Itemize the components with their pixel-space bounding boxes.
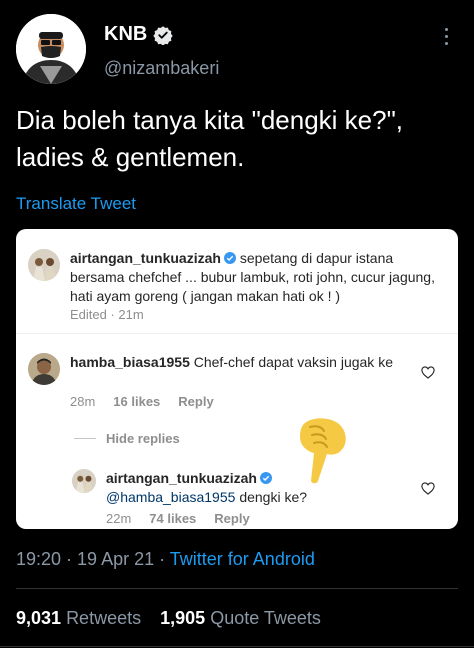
comment-text-block: hamba_biasa1955 Chef-chef dapat vaksin j… (70, 353, 406, 372)
profile-photo-icon (16, 14, 86, 84)
hide-replies-line (74, 438, 96, 439)
royal-portrait-icon (28, 249, 60, 281)
tweet-text: Dia boleh tanya kita "dengki ke?", ladie… (16, 105, 404, 172)
author-name-row[interactable]: KNB (104, 23, 174, 46)
caption-username[interactable]: airtangan_tunkuazizah (70, 250, 221, 266)
attached-instagram-screenshot[interactable]: airtangan_tunkuazizah sepetang di dapur … (16, 229, 458, 529)
comment-like-icon[interactable] (421, 366, 435, 379)
tweet-date: 19 Apr 21 (77, 549, 155, 569)
comment-likes[interactable]: 16 likes (113, 394, 160, 409)
divider (0, 646, 474, 647)
reply-likes[interactable]: 74 likes (149, 511, 196, 526)
divider (16, 588, 458, 589)
elder-portrait-icon (28, 353, 60, 385)
reply-meta: 22m 74 likes Reply (106, 511, 250, 526)
tweet-time: 19:20 (16, 549, 62, 569)
comment-reply-button[interactable]: Reply (178, 394, 213, 409)
ig-verified-icon (223, 252, 236, 264)
reply-avatar[interactable] (72, 469, 96, 493)
verified-badge-icon (153, 25, 174, 45)
quote-tweets-stat[interactable]: 1,905 Quote Tweets (160, 608, 321, 628)
quote-tweets-count: 1,905 (160, 608, 206, 628)
tweet-timestamp: 19:20 · 19 Apr 21 · Twitter for Android (16, 549, 315, 569)
reply-text: dengki ke? (239, 489, 308, 505)
caption-divider (16, 333, 458, 334)
caption-text-block: airtangan_tunkuazizah sepetang di dapur … (70, 249, 440, 306)
comment-time: 28m (70, 394, 96, 409)
retweets-count: 9,031 (16, 608, 62, 628)
ig-verified-icon (259, 472, 272, 484)
translate-tweet-link[interactable]: Translate Tweet (16, 194, 136, 214)
tweet-stats: 9,031 Retweets 1,905 Quote Tweets (16, 608, 321, 629)
comment-username[interactable]: hamba_biasa1955 (70, 354, 190, 370)
author-display-name[interactable]: KNB (104, 23, 147, 46)
caption-avatar (28, 249, 60, 281)
more-options-icon[interactable] (436, 24, 456, 50)
reply-reply-button[interactable]: Reply (214, 511, 249, 526)
author-avatar[interactable] (16, 14, 86, 84)
tweet-source-link[interactable]: Twitter for Android (170, 549, 315, 569)
hide-replies-label[interactable]: Hide replies (106, 431, 180, 446)
royal-portrait-icon (72, 469, 96, 493)
reply-username[interactable]: airtangan_tunkuazizah (106, 470, 257, 486)
quote-tweets-label: Quote Tweets (210, 608, 321, 628)
reply-text-block: airtangan_tunkuazizah @hamba_biasa1955 d… (106, 469, 406, 507)
commenter-avatar[interactable] (28, 353, 60, 385)
reply-like-icon[interactable] (421, 482, 435, 495)
retweets-label: Retweets (66, 608, 142, 628)
reply-time: 22m (106, 511, 132, 526)
comment-text: Chef-chef dapat vaksin jugak ke (193, 354, 393, 370)
retweets-stat[interactable]: 9,031 Retweets (16, 608, 141, 628)
tweet-header: KNB @nizambakeri (16, 14, 458, 90)
hide-replies-toggle[interactable]: Hide replies (74, 431, 180, 446)
author-handle[interactable]: @nizambakeri (104, 58, 219, 79)
caption-edited-time: Edited · 21m (70, 307, 144, 322)
reply-mention-link[interactable]: @hamba_biasa1955 (106, 489, 235, 505)
caption-meta: Edited · 21m (70, 307, 144, 322)
comment-meta: 28m 16 likes Reply (70, 394, 214, 409)
